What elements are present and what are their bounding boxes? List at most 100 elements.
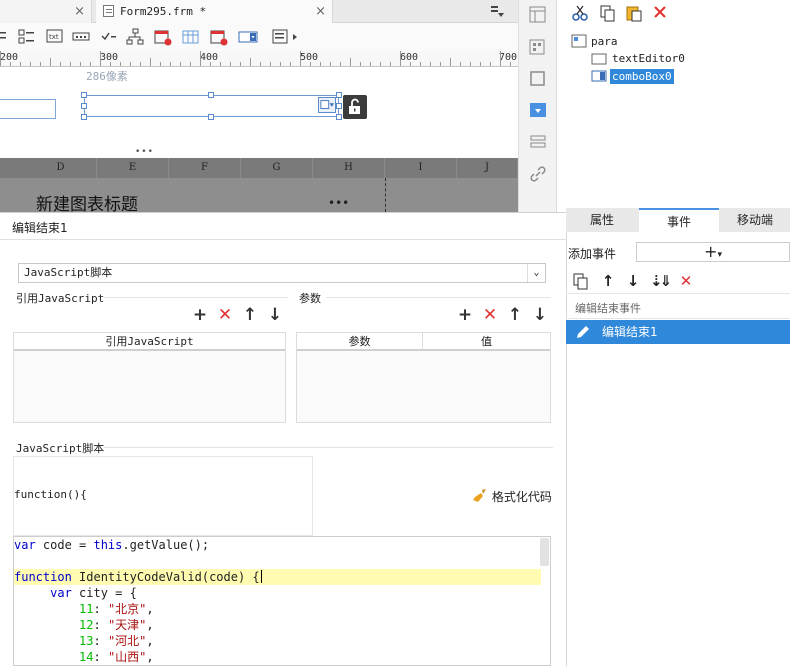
pencil-icon [577, 326, 589, 338]
paste-icon[interactable] [625, 4, 643, 22]
column-header[interactable]: I [385, 158, 457, 178]
column-header[interactable]: G [241, 158, 313, 178]
chevron-down-icon: ▾ [717, 250, 722, 260]
tree-node-combobox[interactable]: comboBox0 [610, 69, 674, 84]
ruler-tick [420, 62, 421, 66]
checkbox-group-icon[interactable] [18, 28, 36, 46]
widget-library-icon[interactable] [529, 38, 547, 56]
code-line: 11: "北京", [79, 602, 154, 616]
resize-handle[interactable] [336, 103, 342, 109]
ruler-tick [370, 62, 371, 66]
move-bottom-icon[interactable]: ⇣⇓ [650, 272, 672, 290]
event-item-selected[interactable]: 编辑结束1 [566, 320, 790, 344]
resize-handle[interactable] [81, 92, 87, 98]
tab-form295[interactable]: Form295.frm * × [96, 0, 333, 23]
ruler-tick [300, 51, 301, 66]
column-header[interactable]: H [313, 158, 385, 178]
ruler-tick [110, 62, 111, 66]
checkbox-icon[interactable] [100, 28, 118, 46]
splitter-grip[interactable]: ••• [135, 147, 154, 157]
add-param-icon[interactable]: + [456, 306, 474, 324]
more-icon[interactable]: ••• [328, 196, 349, 210]
side-tool-strip [518, 0, 556, 212]
code-scrollbar[interactable] [540, 538, 549, 566]
param-value-column-header[interactable]: 值 [423, 333, 550, 351]
ruler-tick [510, 62, 511, 66]
text-editor-widget[interactable] [0, 99, 56, 119]
ruler-tick [50, 58, 51, 66]
delete-event-icon[interactable]: ✕ [677, 272, 695, 290]
ruler-tick [160, 62, 161, 66]
remove-ref-icon[interactable]: ✕ [216, 306, 234, 324]
list-widget-icon[interactable] [272, 28, 290, 46]
tab-mobile[interactable]: 移动端 [720, 208, 790, 232]
move-up-icon[interactable]: ↑ [506, 306, 524, 324]
toolbar-more-icon[interactable] [291, 28, 299, 46]
function-signature: function(){ [14, 488, 87, 501]
event-item-label: 编辑结束1 [602, 325, 658, 339]
date-widget-icon[interactable] [154, 28, 172, 46]
resize-handle[interactable] [336, 92, 342, 98]
sheet-column-header: D E F G H I J [0, 158, 518, 178]
resize-handle[interactable] [208, 114, 214, 120]
combobox-properties-icon[interactable] [529, 101, 547, 119]
ruler-tick [470, 62, 471, 66]
copy-icon[interactable] [572, 272, 590, 290]
code-line: var code = this.getValue(); [14, 538, 210, 552]
format-code-button[interactable]: 格式化代码 [472, 488, 552, 505]
cut-icon[interactable] [571, 4, 589, 22]
tab-previous[interactable]: × [0, 0, 92, 23]
param-name-column-header[interactable]: 参数 [297, 333, 423, 351]
ruler-label: 700 [499, 52, 518, 63]
horizontal-ruler: 200 300 400 500 600 700 [0, 51, 518, 67]
lock-button[interactable] [343, 95, 367, 119]
combobox-widget-icon[interactable] [238, 28, 258, 46]
datetime-widget-icon[interactable] [210, 28, 228, 46]
column-header[interactable]: J [457, 158, 518, 178]
add-event-select[interactable]: +▾ [636, 242, 790, 262]
tree-widget-icon[interactable] [126, 28, 144, 46]
resize-handle[interactable] [208, 92, 214, 98]
tree-node-root[interactable]: para [591, 35, 618, 48]
number-field-icon[interactable] [72, 28, 90, 46]
column-header[interactable]: D [25, 158, 97, 178]
tab-menu-icon[interactable] [489, 4, 505, 18]
close-icon[interactable]: × [74, 0, 85, 23]
combobox-dropdown-button[interactable] [318, 97, 336, 113]
move-down-icon[interactable]: ↓ [266, 306, 284, 324]
column-divider [385, 178, 386, 212]
chevron-down-icon[interactable]: ⌄ [527, 264, 545, 282]
resize-handle[interactable] [81, 103, 87, 109]
remove-param-icon[interactable]: ✕ [481, 306, 499, 324]
tab-events[interactable]: 事件 [639, 208, 719, 232]
script-type-select[interactable]: JavaScript脚本 ⌄ [18, 263, 546, 283]
move-down-icon[interactable]: ↓ [624, 272, 642, 290]
tree-node-texteditor[interactable]: textEditor0 [612, 52, 685, 65]
ref-js-column-header[interactable]: 引用JavaScript [14, 333, 285, 351]
link-icon[interactable] [529, 165, 547, 183]
layout-icon[interactable] [529, 6, 547, 24]
column-header[interactable]: F [169, 158, 241, 178]
text-area-icon[interactable]: txt [46, 28, 64, 46]
delete-icon[interactable] [653, 5, 667, 19]
close-icon[interactable]: × [315, 0, 326, 23]
resize-handle[interactable] [336, 114, 342, 120]
label-widget-icon[interactable] [0, 28, 14, 46]
resize-handle[interactable] [81, 114, 87, 120]
ruler-tick [320, 62, 321, 66]
list-stack-icon[interactable] [529, 133, 547, 151]
copy-icon[interactable] [599, 4, 617, 22]
ruler-tick [450, 58, 451, 66]
calendar-grid-icon[interactable] [182, 28, 200, 46]
code-editor[interactable]: var code = this.getValue(); function Iden… [13, 536, 551, 666]
svg-text:txt: txt [49, 33, 59, 41]
move-up-icon[interactable]: ↑ [241, 306, 259, 324]
tab-properties[interactable]: 属性 [566, 208, 638, 232]
ruler-tick [500, 51, 501, 66]
move-up-icon[interactable]: ↑ [599, 272, 617, 290]
frame-icon[interactable] [529, 70, 547, 88]
add-ref-icon[interactable]: + [191, 306, 209, 324]
move-down-icon[interactable]: ↓ [531, 306, 549, 324]
column-header[interactable]: E [97, 158, 169, 178]
